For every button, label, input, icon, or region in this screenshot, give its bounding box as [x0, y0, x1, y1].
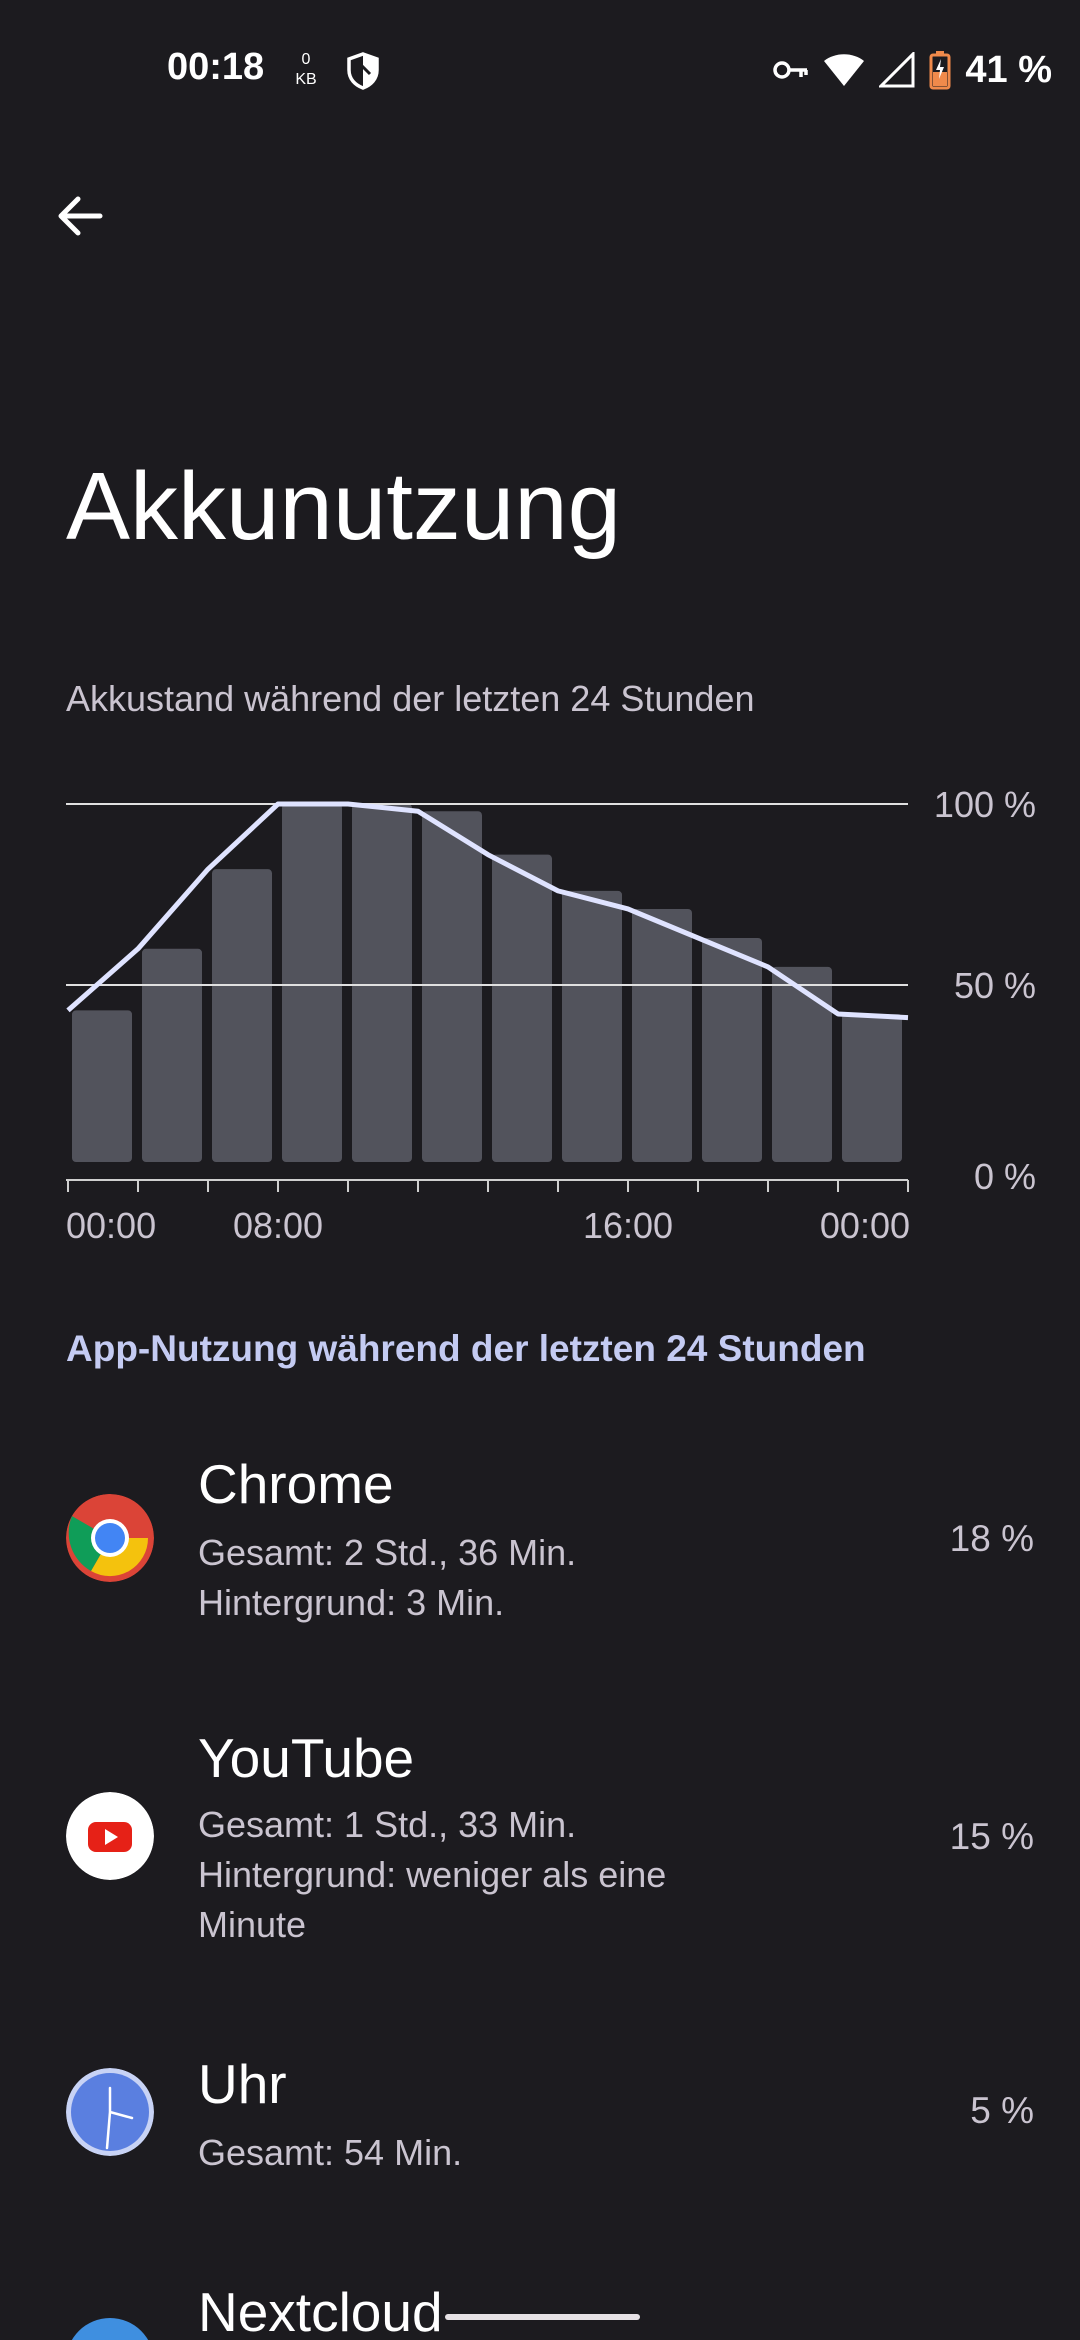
status-time: 00:18: [167, 46, 265, 88]
chart-x-tick-label: 08:00: [233, 1205, 323, 1246]
chart-bar: [632, 908, 692, 1162]
app-background-time: Hintergrund: 3 Min.: [198, 1582, 505, 1623]
chrome-icon: [66, 1494, 154, 1582]
chart-bar: [72, 1010, 132, 1162]
vpn-key-icon: [773, 61, 809, 79]
chart-bar: [282, 804, 342, 1162]
battery-charging-icon: [929, 51, 951, 90]
chart-x-tick-label: 16:00: [583, 1205, 673, 1246]
chart-bar: [702, 937, 762, 1162]
youtube-icon: [66, 1792, 154, 1880]
app-total-time: Gesamt: 54 Min.: [198, 2132, 463, 2173]
app-total-time: Gesamt: 2 Std., 36 Min.: [198, 1532, 577, 1573]
chart-bar: [562, 890, 622, 1162]
chart-bar: [352, 804, 412, 1162]
chart-bar: [492, 854, 552, 1162]
chart-bar: [842, 1013, 902, 1162]
arrow-back-icon[interactable]: [50, 188, 110, 248]
app-row-youtube[interactable]: YouTube Gesamt: 1 Std., 33 Min. Hintergr…: [0, 1712, 1080, 1962]
shield-icon: [347, 52, 379, 90]
wifi-icon: [824, 54, 865, 86]
chart-caption: Akkustand während der letzten 24 Stunden: [66, 678, 755, 719]
chart-bar: [422, 811, 482, 1162]
app-row-chrome[interactable]: Chrome Gesamt: 2 Std., 36 Min. Hintergru…: [0, 1440, 1080, 1660]
app-row-uhr[interactable]: Uhr Gesamt: 54 Min. 5 %: [0, 2040, 1080, 2220]
app-name: Uhr: [198, 2053, 287, 2115]
app-row-nextcloud[interactable]: Nextcloud: [0, 2268, 1080, 2340]
clock-icon: [66, 2068, 154, 2156]
battery-percent: 41 %: [965, 48, 1052, 91]
app-battery-percent: 18 %: [949, 1518, 1034, 1559]
app-total-time: Gesamt: 1 Std., 33 Min.: [198, 1804, 577, 1845]
cell-signal-icon: [879, 52, 915, 88]
status-icons: 41 %: [773, 46, 1052, 94]
chart-y-tick-label: 100 %: [934, 784, 1036, 825]
page-title: Akkunutzung: [66, 453, 622, 560]
chart-bar: [772, 966, 832, 1162]
chart-x-tick-label: 00:00: [66, 1205, 156, 1246]
app-battery-percent: 15 %: [949, 1816, 1034, 1857]
app-background-time: Hintergrund: weniger als eine Minute: [198, 1854, 667, 1945]
status-bar: 00:18 0 KB 41 %: [0, 0, 1080, 140]
chart-bar: [212, 869, 272, 1162]
data-speed-unit: KB: [295, 71, 317, 88]
data-speed-value: 0: [301, 51, 311, 68]
app-battery-percent: 5 %: [970, 2090, 1034, 2131]
gesture-navigation-bar[interactable]: [445, 2314, 640, 2320]
chart-bar: [142, 948, 202, 1162]
nextcloud-icon: [66, 2318, 154, 2340]
app-usage-section-title: App-Nutzung während der letzten 24 Stund…: [66, 1328, 866, 1369]
battery-level-chart[interactable]: 100 % 50 % 0 % 00:00 08:00 16:00 00:00: [0, 760, 1080, 1260]
chart-y-tick-label: 50 %: [954, 965, 1036, 1006]
chart-y-tick-label: 0 %: [974, 1156, 1036, 1197]
chart-x-tick-label: 00:00: [820, 1205, 910, 1246]
data-speed-indicator: 0 KB: [292, 50, 320, 90]
app-name: YouTube: [198, 1727, 415, 1789]
app-name: Chrome: [198, 1453, 394, 1515]
app-name: Nextcloud: [198, 2281, 443, 2340]
